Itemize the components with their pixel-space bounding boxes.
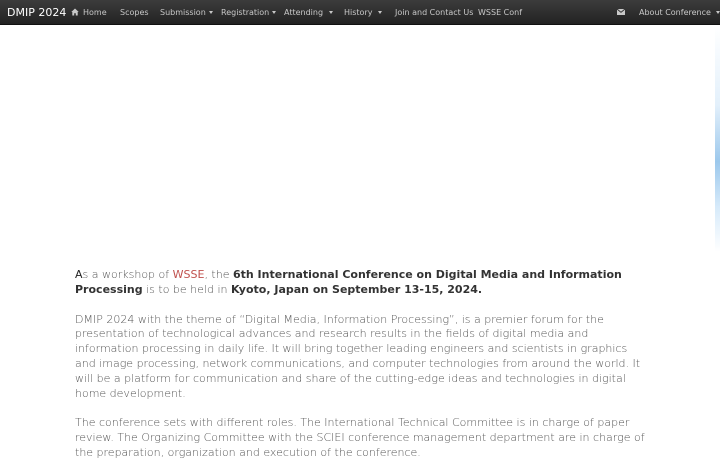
banner-edge-decoration [715, 26, 720, 252]
caret-down-icon [378, 11, 383, 14]
hero-banner [0, 26, 720, 252]
nav-registration-label: Registration [221, 8, 270, 17]
envelope-icon[interactable] [617, 9, 625, 15]
caret-down-icon [272, 11, 277, 14]
nav-submission-label: Submission [160, 8, 206, 17]
nav-about-label: About Conference [639, 8, 711, 17]
intro-paragraph: As a workshop of WSSE, the 6th Internati… [75, 268, 622, 296]
caret-down-icon [715, 11, 720, 14]
nav-about-conference[interactable]: About Conference [639, 0, 720, 25]
top-navbar: DMIP 2024 Home Scopes Submission Registr… [0, 0, 720, 25]
nav-attending[interactable]: Attending [284, 0, 334, 25]
main-content: As a workshop of WSSE, the 6th Internati… [75, 268, 650, 476]
nav-attending-label: Attending [284, 8, 324, 17]
nav-submission[interactable]: Submission [160, 0, 213, 25]
wsse-link[interactable]: WSSE [173, 268, 205, 281]
caret-down-icon [329, 11, 334, 14]
drop-letter: A [75, 268, 83, 281]
nav-home[interactable]: Home [71, 0, 107, 25]
nav-wsse-conf[interactable]: WSSE Conf [478, 0, 522, 25]
home-icon [71, 8, 79, 16]
conference-location-date: Kyoto, Japan on September 13-15, 2024. [230, 282, 483, 296]
brand-link[interactable]: DMIP 2024 [7, 0, 66, 25]
caret-down-icon [208, 11, 213, 14]
nav-home-label: Home [83, 8, 107, 17]
nav-history-label: History [344, 8, 373, 17]
nav-join-contact[interactable]: Join and Contact Us [395, 0, 473, 25]
description-paragraph: DMIP 2024 with the theme of “Digital Med… [75, 312, 641, 400]
nav-history[interactable]: History [344, 0, 383, 25]
roles-paragraph: The conference sets with different roles… [75, 416, 645, 459]
nav-scopes[interactable]: Scopes [120, 0, 149, 25]
nav-registration[interactable]: Registration [221, 0, 277, 25]
